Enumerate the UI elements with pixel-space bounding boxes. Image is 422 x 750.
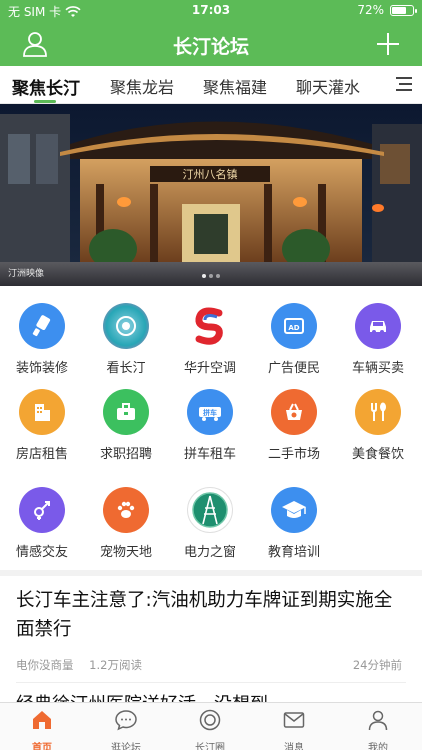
add-post-button[interactable] — [374, 30, 402, 58]
top-bar: 无 SIM 卡 17:03 72% 长汀论坛 — [0, 0, 422, 66]
paw-icon — [103, 487, 149, 533]
category-real-estate[interactable]: 房店租售 — [0, 389, 84, 462]
app-header: 长汀论坛 — [0, 22, 422, 66]
carpool-badge: 拼车 — [203, 408, 217, 417]
category-label: 教育培训 — [267, 545, 320, 560]
battery-percent: 72% — [357, 3, 384, 17]
graduation-cap-icon — [271, 487, 317, 533]
category-label: 看长汀 — [106, 361, 146, 376]
post-time: 24分钟前 — [352, 658, 402, 672]
nav-label: 逛论坛 — [111, 743, 141, 750]
battery-icon — [390, 4, 417, 16]
category-cars[interactable]: 车辆买卖 — [336, 303, 420, 376]
chat-bubble-icon — [115, 710, 137, 731]
category-label: 华升空调 — [183, 361, 236, 376]
category-education[interactable]: 教育培训 — [252, 487, 336, 560]
post-title[interactable]: 长汀车主注意了:汽油机助力车牌证到期实施全面禁行 — [16, 586, 408, 644]
paint-brush-icon — [19, 303, 65, 349]
bottom-nav: 首页 逛论坛 长汀圈 消息 我的 — [0, 702, 422, 750]
camera-lens-icon — [103, 303, 149, 349]
gender-icon — [19, 487, 65, 533]
category-carpool[interactable]: 拼车 拼车租车 — [168, 389, 252, 462]
ad-board-icon: AD — [271, 303, 317, 349]
post-author: 电你没商量 — [16, 658, 74, 672]
menu-line — [396, 77, 412, 79]
brand-logo-icon — [187, 303, 233, 349]
pager-dot — [216, 274, 220, 278]
briefcase-icon — [103, 389, 149, 435]
category-label: 情感交友 — [15, 545, 68, 560]
status-bar: 无 SIM 卡 17:03 72% — [0, 0, 422, 22]
category-secondhand[interactable]: 二手市场 — [252, 389, 336, 462]
category-grid: 装饰装修 看长汀 华升空调 AD 广告便民 车辆买卖 房店租售 求职招聘 拼车 … — [0, 286, 422, 570]
category-label: 宠物天地 — [99, 545, 152, 560]
basket-icon — [271, 389, 317, 435]
menu-line — [399, 83, 412, 85]
category-huasheng-ac[interactable]: 华升空调 — [168, 303, 252, 376]
tab-chat[interactable]: 聊天灌水 — [296, 74, 360, 98]
nav-circle[interactable]: 长汀圈 — [168, 708, 252, 750]
category-decoration[interactable]: 装饰装修 — [0, 303, 84, 376]
banner-signboard: 汀州八名镇 — [183, 167, 238, 181]
category-label: 装饰装修 — [15, 361, 68, 376]
post-item[interactable]: 长汀车主注意了:汽油机助力车牌证到期实施全面禁行 电你没商量 1.2万阅读 24… — [16, 586, 408, 672]
person-icon — [368, 710, 388, 731]
home-icon — [33, 711, 51, 729]
tab-menu-button[interactable] — [396, 77, 412, 91]
banner-watermark: 汀洲映像 — [8, 267, 44, 279]
mail-icon — [283, 712, 305, 728]
nav-label: 消息 — [284, 743, 304, 750]
building-icon — [19, 389, 65, 435]
nav-mine[interactable]: 我的 — [336, 708, 420, 750]
battery-level — [392, 6, 406, 14]
active-tab-indicator — [34, 100, 56, 103]
circle-icon — [199, 709, 221, 731]
category-label: 美食餐饮 — [351, 447, 404, 462]
tab-focus-changting[interactable]: 聚焦长汀 — [12, 74, 80, 99]
category-dating[interactable]: 情感交友 — [0, 487, 84, 560]
category-label: 车辆买卖 — [351, 361, 404, 376]
page-title: 长汀论坛 — [172, 36, 249, 58]
post-feed: 长汀车主注意了:汽油机助力车牌证到期实施全面禁行 电你没商量 1.2万阅读 24… — [0, 576, 422, 706]
svg-text:AD: AD — [288, 324, 299, 332]
category-label: 二手市场 — [267, 447, 320, 462]
pager-dot — [202, 274, 206, 278]
divider — [16, 682, 406, 683]
plus-icon — [377, 33, 399, 55]
nav-home[interactable]: 首页 — [0, 708, 84, 750]
carpool-icon: 拼车 — [187, 389, 233, 435]
car-icon — [355, 303, 401, 349]
post-meta: 电你没商量 1.2万阅读 24分钟前 — [16, 657, 408, 672]
post-reads: 1.2万阅读 — [89, 658, 142, 672]
category-label: 广告便民 — [267, 361, 320, 376]
nav-forum[interactable]: 逛论坛 — [84, 708, 168, 750]
battery-info: 72% — [357, 3, 417, 17]
category-label: 房店租售 — [15, 447, 68, 462]
category-power[interactable]: 电力之窗 — [168, 487, 252, 560]
power-grid-logo-icon — [187, 487, 233, 533]
banner-carousel[interactable]: 汀州八名镇 汀洲映像 — [0, 104, 422, 286]
nav-messages[interactable]: 消息 — [252, 708, 336, 750]
category-ads[interactable]: AD 广告便民 — [252, 303, 336, 376]
category-view-changting[interactable]: 看长汀 — [84, 303, 168, 376]
tab-focus-longyan[interactable]: 聚焦龙岩 — [110, 74, 174, 98]
category-label: 求职招聘 — [99, 447, 152, 462]
banner-image: 汀州八名镇 汀洲映像 — [0, 104, 422, 286]
fork-spoon-icon — [355, 389, 401, 435]
nav-label: 首页 — [32, 743, 52, 750]
category-food[interactable]: 美食餐饮 — [336, 389, 420, 462]
category-label: 拼车租车 — [183, 447, 236, 462]
category-jobs[interactable]: 求职招聘 — [84, 389, 168, 462]
nav-label: 长汀圈 — [195, 743, 225, 750]
category-label: 电力之窗 — [183, 545, 236, 560]
pager-dot — [209, 274, 213, 278]
category-pets[interactable]: 宠物天地 — [84, 487, 168, 560]
menu-line — [396, 89, 412, 91]
nav-label: 我的 — [368, 743, 388, 750]
category-tabs: 聚焦长汀 聚焦龙岩 聚焦福建 聊天灌水 — [0, 66, 422, 104]
tab-focus-fujian[interactable]: 聚焦福建 — [203, 74, 267, 98]
